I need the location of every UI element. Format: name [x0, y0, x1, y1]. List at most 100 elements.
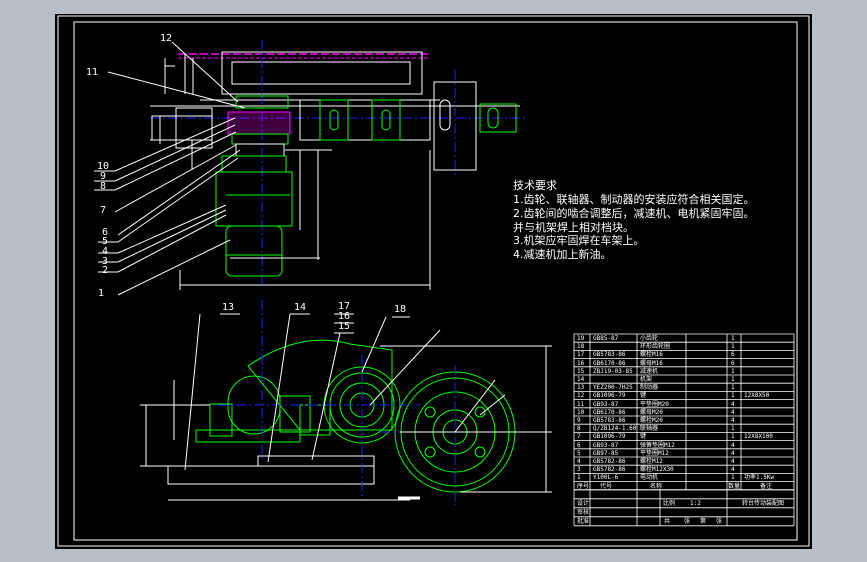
bom-cell-code: GB97-85 — [593, 449, 619, 457]
bom-cell-qty: 6 — [731, 359, 735, 367]
bom-cell-remark: 功率1.5Kw — [744, 474, 775, 482]
bom-header-remark: 备注 — [760, 482, 773, 490]
bom-cell-code: Q/ZB124-1.60 — [593, 425, 637, 433]
bom-cell-qty: 4 — [731, 441, 735, 449]
bom-cell-no: 6 — [577, 441, 581, 449]
bom-cell-code: GB5783-86 — [593, 417, 626, 424]
tech-requirement-line: 4.减速机加上新油。 — [513, 248, 612, 261]
bom-cell-code: YEZ200-7H25 — [593, 384, 633, 392]
title-sheet-b: 张 — [684, 517, 691, 525]
bom-cell-qty: 1 — [731, 376, 735, 383]
bom-cell-code: ZBJ19-03-85 — [593, 367, 633, 375]
title-sheet-d: 张 — [716, 517, 723, 525]
bom-cell-qty: 1 — [731, 367, 735, 375]
part-label-7: 7 — [100, 205, 107, 216]
bom-cell-no: 12 — [577, 392, 585, 400]
part-label-15: 15 — [338, 321, 351, 332]
bom-cell-no: 7 — [577, 433, 581, 441]
bom-cell-code: GB93-87 — [593, 441, 619, 449]
bom-cell-qty: 1 — [731, 384, 735, 392]
bom-cell-qty: 4 — [731, 449, 735, 457]
part-label-1: 1 — [98, 288, 105, 299]
tech-requirements-title: 技术要求 — [513, 179, 557, 192]
bom-cell-code: GB5783-86 — [593, 351, 626, 359]
bom-cell-name: 螺栓M16 — [640, 351, 663, 359]
bom-cell-no: 10 — [577, 408, 585, 416]
bom-cell-no: 4 — [577, 458, 581, 465]
bom-cell-no: 3 — [577, 466, 581, 474]
bom-cell-code: GB6170-86 — [593, 359, 626, 367]
bom-cell-no: 16 — [577, 359, 585, 367]
part-label-11: 11 — [86, 67, 99, 78]
bom-cell-name: 制动器 — [640, 384, 659, 392]
bom-header-qty: 数量 — [728, 482, 741, 490]
bom-cell-no: 19 — [577, 335, 585, 342]
bom-header-code: 代号 — [600, 482, 613, 490]
bom-cell-no: 13 — [577, 384, 585, 392]
title-drawing-name: 转台传动装配图 — [742, 499, 785, 507]
bom-cell-no: 11 — [577, 400, 585, 408]
bom-cell-code: GB5782-86 — [593, 466, 626, 474]
bom-cell-name: 螺栓M12X30 — [640, 466, 674, 474]
bom-cell-code: Y100L-6 — [593, 474, 619, 482]
bom-cell-qty: 1 — [731, 392, 735, 400]
title-sheet-a: 共 — [664, 517, 671, 525]
bom-cell-qty: 4 — [731, 458, 735, 465]
part-label-2: 2 — [102, 265, 109, 276]
title-approve: 批准 — [577, 517, 590, 525]
title-check: 审核 — [577, 508, 590, 516]
bom-cell-name: 螺栓M20 — [640, 417, 663, 424]
bom-cell-name: 平垫圈M20 — [640, 400, 669, 408]
drawing-svg — [57, 15, 810, 547]
bom-cell-name: 弹簧垫圈M12 — [640, 441, 675, 449]
bom-header-no: 序号 — [577, 482, 590, 490]
top-view — [94, 40, 525, 296]
bom-header-name: 名称 — [650, 482, 663, 490]
bom-cell-name: 减速机 — [640, 367, 659, 375]
bom-cell-no: 18 — [577, 343, 585, 351]
part-label-13: 13 — [222, 302, 235, 313]
bom-cell-no: 8 — [577, 425, 581, 433]
part-label-18: 18 — [394, 304, 407, 315]
bom-cell-name: 螺栓M12 — [640, 458, 663, 465]
part-label-8: 8 — [100, 181, 107, 192]
bom-cell-name: 电动机 — [640, 474, 659, 482]
title-scale-label: 比例 — [663, 499, 676, 507]
bom-cell-name: 键 — [640, 392, 647, 400]
bom-cell-qty: 1 — [731, 474, 735, 482]
bom-cell-no: 17 — [577, 351, 585, 359]
bom-cell-name: 螺母M20 — [640, 408, 663, 416]
bom-cell-qty: 1 — [731, 425, 735, 433]
bom-cell-name: 联轴器 — [640, 425, 659, 433]
bom-cell-no: 9 — [577, 417, 581, 424]
bom-cell-no: 1 — [577, 474, 581, 482]
cad-viewport: 12 11 10 9 8 7 6 5 4 3 2 1 13 14 17 16 1… — [0, 0, 867, 562]
tech-requirement-line: 2.齿轮间的啮合调整后，减速机、电机紧固牢固。 — [513, 207, 755, 220]
bom-cell-name: 小齿轮 — [640, 335, 659, 342]
bom-cell-qty: 1 — [731, 335, 735, 342]
bom-cell-no: 14 — [577, 376, 585, 383]
bom-cell-code: GB6170-86 — [593, 408, 626, 416]
bom-cell-qty: 4 — [731, 417, 735, 424]
title-sheet-c: 第 — [700, 517, 707, 525]
bom-cell-code: GB1096-79 — [593, 392, 626, 400]
bom-cell-remark: 12X8X50 — [744, 392, 770, 400]
bom-cell-qty: 4 — [731, 408, 735, 416]
bom-cell-name: 平垫圈M12 — [640, 449, 669, 457]
bom-cell-code: GB85-87 — [593, 335, 619, 342]
title-scale: 1:2 — [690, 499, 701, 507]
bom-cell-remark: 12X8X100 — [744, 433, 773, 441]
bom-cell-no: 5 — [577, 449, 581, 457]
bom-cell-qty: 4 — [731, 466, 735, 474]
tech-requirement-line: 1.齿轮、联轴器、制动器的安装应符合相关国定。 — [513, 193, 755, 206]
tech-requirement-line: 并与机架焊上相对档块。 — [513, 221, 634, 234]
bom-cell-name: 环形齿轮圈 — [640, 343, 671, 351]
title-design: 设计 — [577, 499, 590, 507]
bom-cell-name: 螺母M16 — [640, 359, 663, 367]
bom-cell-qty: 1 — [731, 433, 735, 441]
bom-cell-qty: 6 — [731, 351, 735, 359]
bom-cell-code: GB1096-79 — [593, 433, 626, 441]
bom-cell-no: 15 — [577, 367, 585, 375]
bom-cell-qty: 4 — [731, 400, 735, 408]
bom-cell-code: GB5782-86 — [593, 458, 626, 465]
